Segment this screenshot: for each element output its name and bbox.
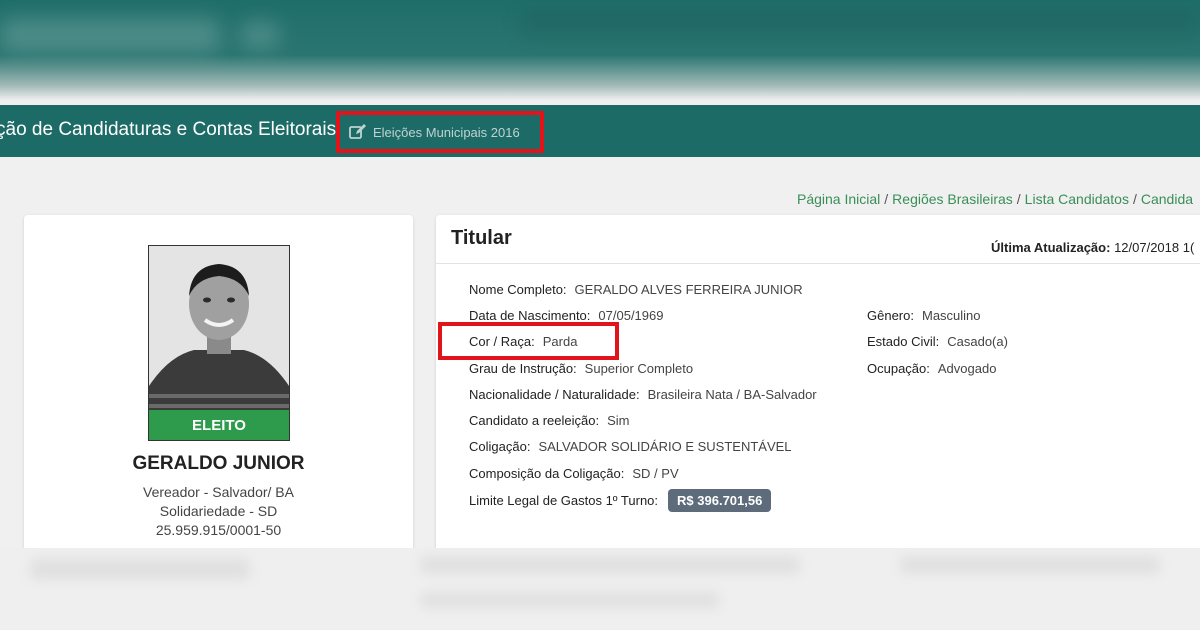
blurred-block bbox=[900, 556, 1160, 574]
field-label: Composição da Coligação: bbox=[469, 466, 625, 481]
blurred-header-bar bbox=[520, 10, 1200, 36]
field-value: Brasileira Nata / BA-Salvador bbox=[647, 387, 817, 402]
candidate-role: Vereador - Salvador/ BA bbox=[143, 484, 294, 500]
details-title: Titular bbox=[451, 227, 512, 249]
field-grau-instrucao: Grau de Instrução: Superior Completo bbox=[469, 361, 693, 376]
field-value: 07/05/1969 bbox=[598, 308, 664, 323]
blurred-footer bbox=[0, 548, 1200, 630]
blurred-block bbox=[420, 592, 720, 608]
candidate-name: GERALDO JUNIOR bbox=[132, 453, 305, 474]
field-label: Coligação: bbox=[469, 439, 531, 454]
elected-badge: ELEITO bbox=[149, 410, 289, 440]
election-badge-label: Eleições Municipais 2016 bbox=[373, 124, 520, 140]
election-badge[interactable]: Eleições Municipais 2016 bbox=[336, 111, 544, 153]
field-reeleicao: Candidato a reeleição: Sim bbox=[469, 413, 629, 428]
field-nacionalidade: Nacionalidade / Naturalidade: Brasileira … bbox=[469, 387, 817, 402]
breadcrumb-separator: / bbox=[1016, 191, 1021, 207]
field-label: Candidato a reeleição: bbox=[469, 413, 600, 428]
last-update-label: Última Atualização: bbox=[991, 240, 1111, 255]
last-update-value: 12/07/2018 1( bbox=[1114, 240, 1195, 255]
field-value: Advogado bbox=[937, 361, 997, 376]
candidate-profile-card: ELEITO GERALDO JUNIOR Vereador - Salvado… bbox=[24, 215, 413, 555]
breadcrumb-candidate[interactable]: Candida bbox=[1141, 191, 1193, 207]
candidate-party: Solidariedade - SD bbox=[159, 503, 278, 519]
candidate-details-card: Titular Última Atualização: 12/07/2018 1… bbox=[436, 215, 1200, 555]
navbar: ção de Candidaturas e Contas Eleitorais … bbox=[0, 105, 1200, 157]
field-estado-civil: Estado Civil: Casado(a) bbox=[867, 334, 1008, 349]
details-header: Titular Última Atualização: 12/07/2018 1… bbox=[436, 215, 1200, 264]
blurred-logo-mark bbox=[240, 22, 280, 48]
field-value: Masculino bbox=[921, 308, 981, 323]
nav-title: ção de Candidaturas e Contas Eleitorais bbox=[0, 119, 337, 140]
field-ocupacao: Ocupação: Advogado bbox=[867, 361, 996, 376]
blurred-block bbox=[30, 558, 250, 580]
field-value: SALVADOR SOLIDÁRIO E SUSTENTÁVEL bbox=[538, 439, 792, 454]
field-label: Limite Legal de Gastos 1º Turno: bbox=[469, 493, 659, 508]
breadcrumb-separator: / bbox=[1132, 191, 1137, 207]
field-label: Gênero: bbox=[867, 308, 914, 323]
field-value: SD / PV bbox=[632, 466, 679, 481]
field-value: Sim bbox=[607, 413, 630, 428]
field-label: Ocupação: bbox=[867, 361, 930, 376]
last-update: Última Atualização: 12/07/2018 1( bbox=[991, 240, 1194, 255]
field-value: Casado(a) bbox=[947, 334, 1008, 349]
field-coligacao: Coligação: SALVADOR SOLIDÁRIO E SUSTENTÁV… bbox=[469, 439, 792, 454]
candidate-photo: ELEITO bbox=[148, 245, 290, 441]
field-data-nascimento: Data de Nascimento: 07/05/1969 bbox=[469, 308, 663, 323]
field-label: Nome Completo: bbox=[469, 282, 567, 297]
breadcrumb: Página Inicial / Regiões Brasileiras / Lista… bbox=[797, 191, 1193, 207]
breadcrumb-separator: / bbox=[884, 191, 889, 207]
edit-icon bbox=[349, 124, 366, 139]
breadcrumb-candidates-list[interactable]: Lista Candidatos bbox=[1025, 191, 1129, 207]
field-value: Superior Completo bbox=[584, 361, 694, 376]
field-label: Data de Nascimento: bbox=[469, 308, 591, 323]
field-composicao-coligacao: Composição da Coligação: SD / PV bbox=[469, 466, 679, 481]
blurred-block bbox=[420, 556, 800, 574]
field-value: GERALDO ALVES FERREIRA JUNIOR bbox=[574, 282, 803, 297]
field-nome-completo: Nome Completo: GERALDO ALVES FERREIRA JUN… bbox=[469, 282, 803, 297]
blurred-logo bbox=[0, 18, 220, 52]
field-limite-gastos: Limite Legal de Gastos 1º Turno: R$ 396.7… bbox=[469, 489, 772, 512]
breadcrumb-home[interactable]: Página Inicial bbox=[797, 191, 880, 207]
field-label: Grau de Instrução: bbox=[469, 361, 577, 376]
blurred-header bbox=[0, 0, 1200, 100]
breadcrumb-regions[interactable]: Regiões Brasileiras bbox=[892, 191, 1013, 207]
field-genero: Gênero: Masculino bbox=[867, 308, 981, 323]
field-label: Nacionalidade / Naturalidade: bbox=[469, 387, 640, 402]
field-label: Estado Civil: bbox=[867, 334, 940, 349]
cor-raca-highlight-box bbox=[438, 322, 619, 360]
candidate-cnpj: 25.959.915/0001-50 bbox=[155, 522, 282, 538]
spending-limit-badge: R$ 396.701,56 bbox=[668, 489, 772, 512]
